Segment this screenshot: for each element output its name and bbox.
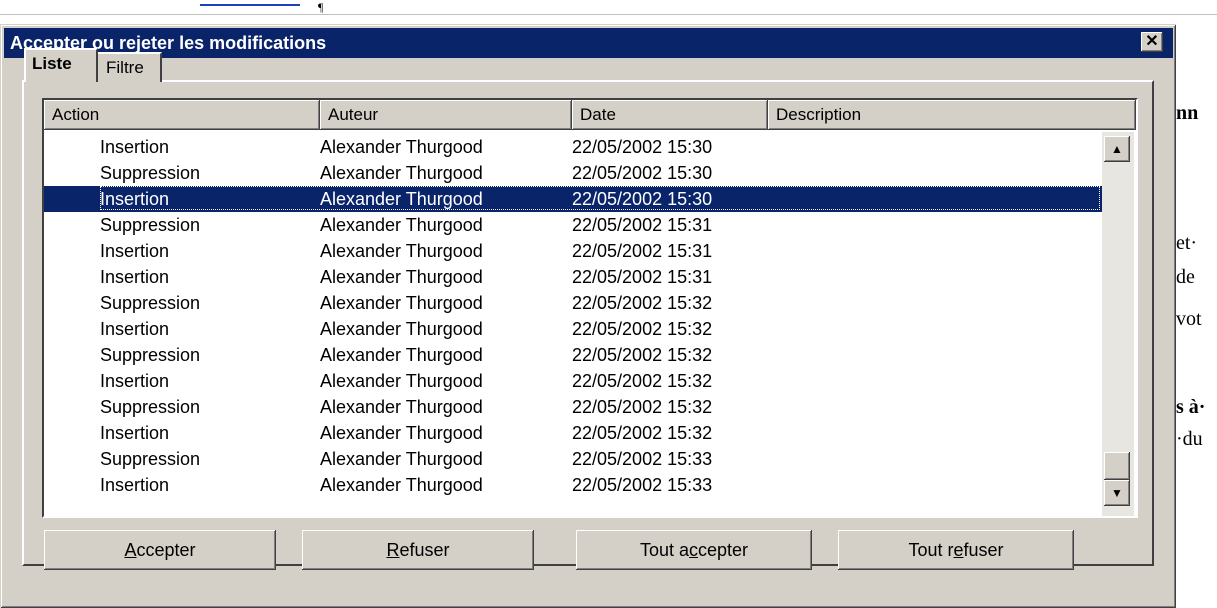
cell-author: Alexander Thurgood — [320, 319, 483, 339]
cell-date: 22/05/2002 15:32 — [572, 319, 713, 339]
cell-action: Suppression — [100, 449, 201, 469]
list-row[interactable]: Suppression Alexander Thurgood 22/05/2002 … — [44, 342, 1102, 368]
cell-author: Alexander Thurgood — [320, 293, 483, 313]
column-header-author[interactable]: Auteur — [320, 100, 572, 130]
arrow-up-icon: ▲ — [1111, 142, 1123, 156]
document-text-fragment: ·du — [1176, 428, 1203, 450]
dialog-title-bar[interactable]: Accepter ou rejeter les modifications ✕ — [4, 28, 1173, 58]
reject-button[interactable]: Refuser — [302, 530, 534, 570]
cell-author: Alexander Thurgood — [320, 189, 483, 209]
document-text-fragment: nn — [1176, 102, 1199, 124]
close-icon: ✕ — [1145, 33, 1159, 50]
tab-liste[interactable]: Liste — [24, 48, 98, 82]
list-row[interactable]: Suppression Alexander Thurgood 22/05/2002 … — [44, 446, 1102, 472]
cell-author: Alexander Thurgood — [320, 267, 483, 287]
scroll-thumb[interactable] — [1104, 452, 1130, 480]
cell-action: Insertion — [100, 137, 170, 157]
scroll-down-button[interactable]: ▼ — [1104, 480, 1130, 506]
accept-all-label-post: cepter — [698, 540, 749, 560]
accept-button[interactable]: Accepter — [44, 530, 276, 570]
cell-action: Insertion — [100, 475, 170, 495]
list-row[interactable]: Insertion Alexander Thurgood 22/05/2002 15… — [44, 316, 1102, 342]
tab-filtre[interactable]: Filtre — [98, 52, 162, 82]
cell-date: 22/05/2002 15:32 — [572, 371, 713, 391]
cell-author: Alexander Thurgood — [320, 241, 483, 261]
list-row[interactable]: Insertion Alexander Thurgood 22/05/2002 15… — [44, 238, 1102, 264]
list-row[interactable]: Insertion Alexander Thurgood 22/05/2002 15… — [44, 186, 1102, 212]
cell-action: Suppression — [100, 397, 201, 417]
document-paragraph-mark: ¶ — [318, 0, 324, 14]
list-row[interactable]: Suppression Alexander Thurgood 22/05/2002 … — [44, 394, 1102, 420]
cell-date: 22/05/2002 15:30 — [572, 137, 713, 157]
cell-date: 22/05/2002 15:30 — [572, 189, 713, 209]
cell-action: Insertion — [100, 423, 170, 443]
accept-label-post: ccepter — [136, 540, 196, 560]
cell-date: 22/05/2002 15:32 — [572, 345, 713, 365]
cell-author: Alexander Thurgood — [320, 345, 483, 365]
cell-author: Alexander Thurgood — [320, 423, 483, 443]
cell-author: Alexander Thurgood — [320, 397, 483, 417]
list-row[interactable]: Insertion Alexander Thurgood 22/05/2002 15… — [44, 264, 1102, 290]
changes-list[interactable]: Action Auteur Date Description Insertion… — [42, 98, 1138, 518]
column-header-date[interactable]: Date — [572, 100, 768, 130]
list-row[interactable]: Insertion Alexander Thurgood 22/05/2002 15… — [44, 368, 1102, 394]
cell-author: Alexander Thurgood — [320, 215, 483, 235]
scroll-up-button[interactable]: ▲ — [1104, 136, 1130, 162]
list-row[interactable]: Insertion Alexander Thurgood 22/05/2002 15… — [44, 420, 1102, 446]
cell-action: Insertion — [100, 319, 170, 339]
document-ruler-line — [0, 14, 1217, 15]
document-text-fragment: vot — [1176, 308, 1202, 330]
cell-author: Alexander Thurgood — [320, 371, 483, 391]
list-row[interactable]: Insertion Alexander Thurgood 22/05/2002 15… — [44, 134, 1102, 160]
column-header-description[interactable]: Description — [768, 100, 1136, 130]
cell-date: 22/05/2002 15:32 — [572, 293, 713, 313]
list-row[interactable]: Suppression Alexander Thurgood 22/05/2002 … — [44, 212, 1102, 238]
cell-action: Suppression — [100, 345, 201, 365]
cell-date: 22/05/2002 15:33 — [572, 475, 713, 495]
document-text-fragment: de — [1176, 266, 1195, 288]
reject-all-label-key: e — [953, 540, 964, 560]
reject-label-post: efuser — [399, 540, 450, 560]
cell-date: 22/05/2002 15:31 — [572, 241, 713, 261]
accept-label-key: A — [124, 540, 137, 560]
arrow-down-icon: ▼ — [1111, 486, 1123, 500]
list-row[interactable]: Insertion Alexander Thurgood 22/05/2002 15… — [44, 472, 1102, 498]
reject-all-label-pre: Tout r — [908, 540, 954, 560]
accept-all-label-pre: Tout a — [639, 540, 689, 560]
cell-author: Alexander Thurgood — [320, 137, 483, 157]
vertical-scrollbar[interactable]: ▲ ▼ — [1102, 132, 1134, 516]
list-rows: Insertion Alexander Thurgood 22/05/2002 15… — [44, 132, 1102, 516]
cell-action: Suppression — [100, 215, 201, 235]
document-text-fragment: et· — [1176, 232, 1198, 254]
document-text-fragment: s à· — [1176, 396, 1206, 418]
cell-date: 22/05/2002 15:30 — [572, 163, 713, 183]
cell-author: Alexander Thurgood — [320, 475, 483, 495]
column-header-action[interactable]: Action — [44, 100, 320, 130]
cell-action: Insertion — [100, 267, 170, 287]
cell-action: Insertion — [100, 241, 170, 261]
cell-date: 22/05/2002 15:32 — [572, 423, 713, 443]
close-button[interactable]: ✕ — [1141, 32, 1163, 52]
cell-action: Suppression — [100, 293, 201, 313]
document-link-underline — [200, 4, 300, 6]
cell-date: 22/05/2002 15:31 — [572, 267, 713, 287]
reject-label-key: R — [386, 540, 400, 560]
cell-date: 22/05/2002 15:32 — [572, 397, 713, 417]
list-row[interactable]: Suppression Alexander Thurgood 22/05/2002 … — [44, 160, 1102, 186]
list-row[interactable]: Suppression Alexander Thurgood 22/05/2002 … — [44, 290, 1102, 316]
cell-date: 22/05/2002 15:33 — [572, 449, 713, 469]
accept-all-label-key: c — [689, 540, 698, 560]
list-header: Action Auteur Date Description — [44, 100, 1136, 130]
cell-action: Insertion — [100, 371, 170, 391]
reject-all-button[interactable]: Tout refuser — [838, 530, 1074, 570]
cell-author: Alexander Thurgood — [320, 449, 483, 469]
reject-all-label-post: fuser — [963, 540, 1004, 560]
cell-date: 22/05/2002 15:31 — [572, 215, 713, 235]
cell-action: Suppression — [100, 163, 201, 183]
cell-action: Insertion — [100, 189, 170, 209]
accept-all-button[interactable]: Tout accepter — [576, 530, 812, 570]
cell-author: Alexander Thurgood — [320, 163, 483, 183]
